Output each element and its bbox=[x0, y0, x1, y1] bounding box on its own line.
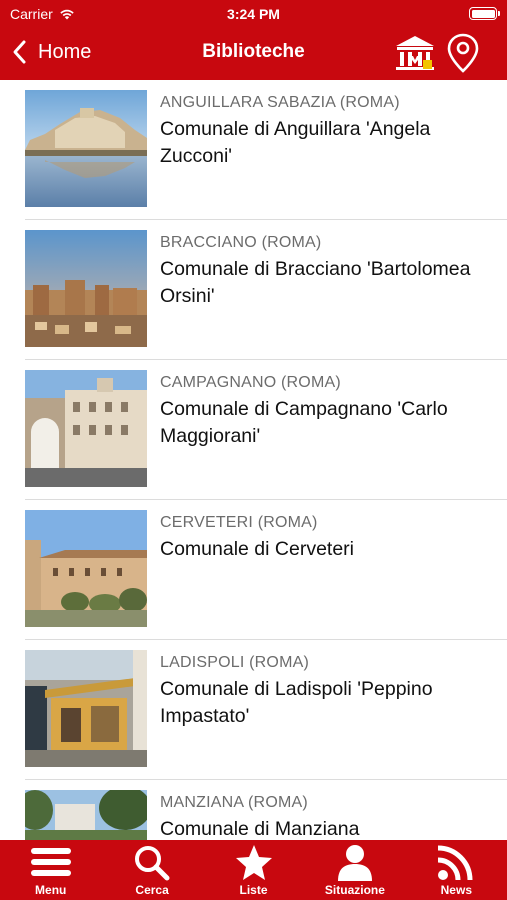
back-label: Home bbox=[38, 40, 92, 63]
library-city: BRACCIANO (ROMA) bbox=[160, 234, 322, 251]
library-city: CAMPAGNANO (ROMA) bbox=[160, 374, 341, 391]
hamburger-icon bbox=[30, 848, 71, 876]
list-item[interactable]: CERVETERI (ROMA) Comunale di Cerveteri bbox=[0, 500, 507, 640]
library-city: LADISPOLI (ROMA) bbox=[160, 654, 310, 671]
library-name: Comunale di Anguillara 'Angela Zucconi' bbox=[160, 118, 431, 167]
list-item[interactable]: LADISPOLI (ROMA) Comunale di Ladispoli '… bbox=[0, 640, 507, 780]
library-name: Comunale di Cerveteri bbox=[160, 538, 355, 560]
tab-label: News bbox=[440, 883, 472, 897]
library-city: MANZIANA (ROMA) bbox=[160, 794, 308, 811]
library-list: ANGUILLARA SABAZIA (ROMA) Comunale di An… bbox=[0, 80, 507, 840]
rss-icon bbox=[438, 845, 473, 881]
tab-label: Cerca bbox=[135, 883, 169, 897]
user-icon bbox=[337, 845, 372, 881]
library-city: CERVETERI (ROMA) bbox=[160, 514, 318, 531]
clock: 3:24 PM bbox=[227, 6, 280, 22]
tab-situazione[interactable]: Situazione bbox=[304, 840, 405, 900]
tab-news[interactable]: News bbox=[406, 840, 507, 900]
list-item[interactable]: ANGUILLARA SABAZIA (ROMA) Comunale di An… bbox=[0, 80, 507, 220]
list-item[interactable]: CAMPAGNANO (ROMA) Comunale di Campagnano… bbox=[0, 360, 507, 500]
star-icon bbox=[235, 845, 272, 880]
navigation-bar: Home Biblioteche bbox=[0, 28, 507, 80]
list-item[interactable]: BRACCIANO (ROMA) Comunale di Bracciano '… bbox=[0, 220, 507, 360]
library-photo bbox=[25, 90, 147, 207]
library-photo bbox=[25, 650, 147, 767]
library-name: Comunale di Bracciano 'Bartolomea Orsini… bbox=[160, 258, 471, 307]
map-pin-icon[interactable] bbox=[446, 32, 480, 74]
library-name: Comunale di Ladispoli 'Peppino Impastato… bbox=[160, 678, 433, 727]
tab-liste[interactable]: Liste bbox=[203, 840, 304, 900]
back-button[interactable]: Home bbox=[10, 38, 91, 66]
library-photo bbox=[25, 370, 147, 487]
library-photo bbox=[25, 510, 147, 627]
tab-label: Menu bbox=[35, 883, 67, 897]
tab-cerca[interactable]: Cerca bbox=[101, 840, 202, 900]
library-photo bbox=[25, 230, 147, 347]
tab-bar: Menu Cerca Liste Situazione News bbox=[0, 840, 507, 900]
library-name: Comunale di Manziana bbox=[160, 818, 360, 840]
library-city: ANGUILLARA SABAZIA (ROMA) bbox=[160, 94, 400, 111]
search-icon bbox=[135, 846, 170, 881]
library-building-icon[interactable] bbox=[393, 32, 437, 74]
tab-label: Liste bbox=[239, 883, 268, 897]
status-bar: Carrier 3:24 PM bbox=[0, 0, 507, 28]
battery-icon bbox=[469, 7, 500, 20]
tab-label: Situazione bbox=[324, 883, 385, 897]
library-photo bbox=[25, 790, 147, 840]
tab-menu[interactable]: Menu bbox=[0, 840, 101, 900]
chevron-left-icon bbox=[13, 40, 26, 64]
list-item[interactable]: MANZIANA (ROMA) Comunale di Manziana bbox=[0, 780, 507, 840]
library-name: Comunale di Campagnano 'Carlo Maggiorani… bbox=[160, 398, 448, 447]
